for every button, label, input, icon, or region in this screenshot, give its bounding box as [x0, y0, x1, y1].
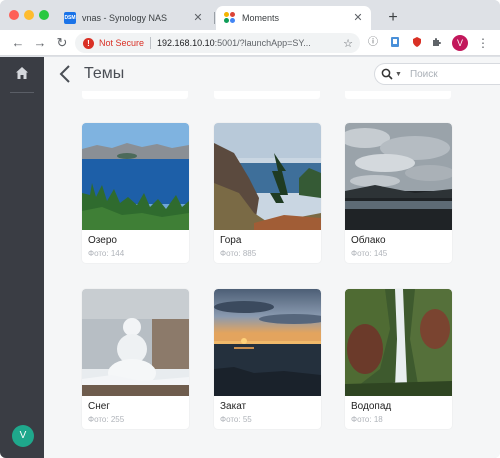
waterfall-thumbnail — [345, 289, 452, 396]
forward-arrow-icon[interactable]: → — [30, 33, 50, 53]
search-input[interactable] — [409, 68, 480, 80]
reload-icon[interactable]: ↻ — [52, 33, 72, 53]
topic-name: Гора — [220, 235, 242, 246]
tab-title: vnas - Synology NAS — [82, 13, 168, 23]
home-icon[interactable] — [14, 65, 30, 81]
topics-grid: Озеро Фото: 144 Гора Фото: 885 Облако Фо… — [44, 91, 500, 458]
topic-count: Фото: 145 — [351, 249, 388, 258]
topic-count: Фото: 144 — [88, 249, 125, 258]
window-minimize-button[interactable] — [24, 10, 34, 20]
topic-name: Озеро — [88, 235, 117, 246]
search-icon[interactable] — [381, 68, 393, 80]
more-menu-icon[interactable]: ⋮ — [476, 35, 490, 51]
dsm-favicon-icon: DSM — [64, 12, 76, 24]
tab-moments[interactable]: Moments ✕ — [216, 6, 371, 30]
close-icon[interactable]: ✕ — [191, 11, 205, 25]
sunset-thumbnail — [214, 289, 321, 396]
app-sidebar: V — [0, 57, 44, 458]
puzzle-icon[interactable] — [430, 36, 444, 50]
sidebar-divider — [10, 92, 34, 93]
topic-count: Фото: 55 — [220, 415, 252, 424]
url-host: 192.168.10.10 — [157, 38, 215, 48]
topic-count: Фото: 18 — [351, 415, 383, 424]
chevron-down-icon[interactable]: ▼ — [395, 71, 402, 78]
info-extension-icon[interactable]: ⓘ — [366, 36, 380, 50]
new-tab-button[interactable]: + — [384, 9, 402, 27]
warning-icon: ! — [83, 37, 94, 49]
close-icon[interactable]: ✕ — [351, 11, 365, 25]
user-avatar[interactable]: V — [12, 425, 34, 447]
topic-card-waterfall[interactable]: Водопад Фото: 18 — [345, 289, 452, 429]
bookmark-star-icon[interactable]: ☆ — [340, 37, 356, 50]
page-title: Темы — [84, 65, 125, 82]
tab-divider — [214, 12, 215, 24]
extension-icon[interactable] — [388, 36, 402, 50]
window-maximize-button[interactable] — [39, 10, 49, 20]
shield-extension-icon[interactable] — [410, 36, 424, 50]
cloud-thumbnail — [345, 123, 452, 230]
topic-card-cloud[interactable]: Облако Фото: 145 — [345, 123, 452, 263]
back-chevron-icon[interactable] — [58, 64, 72, 84]
topic-name: Закат — [220, 401, 247, 412]
browser-window: DSM vnas - Synology NAS ✕ Moments ✕ + ← … — [0, 0, 500, 458]
previous-row-card — [345, 91, 451, 99]
topic-count: Фото: 255 — [88, 415, 125, 424]
tab-strip: DSM vnas - Synology NAS ✕ Moments ✕ + — [0, 0, 500, 30]
url-text[interactable]: 192.168.10.10:5001/?launchApp=SY... — [157, 38, 340, 48]
app-header: Темы ▼ — [44, 57, 500, 91]
topic-card-lake[interactable]: Озеро Фото: 144 — [82, 123, 189, 263]
tab-title: Moments — [242, 13, 280, 23]
moments-favicon-icon — [224, 12, 236, 24]
topic-card-mountain[interactable]: Гора Фото: 885 — [214, 123, 321, 263]
url-path: :5001/?launchApp=SY... — [214, 38, 311, 48]
mountain-thumbnail — [214, 123, 321, 230]
lake-thumbnail — [82, 123, 189, 230]
topic-name: Водопад — [351, 401, 392, 412]
address-bar[interactable]: ! Not Secure 192.168.10.10:5001/?launchA… — [75, 33, 360, 53]
previous-row-card — [214, 91, 320, 99]
omnibox-divider — [150, 37, 152, 49]
topic-card-sunset[interactable]: Закат Фото: 55 — [214, 289, 321, 429]
security-label[interactable]: Not Secure — [99, 38, 144, 48]
topic-name: Облако — [351, 235, 386, 246]
moments-app: V Темы ▼ Поиск Озеро Фото: 144 Гора Фото… — [0, 57, 500, 458]
browser-toolbar: ← → ↻ ! Not Secure 192.168.10.10:5001/?l… — [0, 30, 500, 56]
profile-avatar[interactable]: V — [452, 35, 468, 51]
window-close-button[interactable] — [9, 10, 19, 20]
previous-row-card — [82, 91, 188, 99]
search-box[interactable]: ▼ — [374, 63, 500, 85]
topic-count: Фото: 885 — [220, 249, 257, 258]
topic-name: Снег — [88, 401, 110, 412]
tab-synology[interactable]: DSM vnas - Synology NAS ✕ — [56, 6, 211, 30]
snow-thumbnail — [82, 289, 189, 396]
back-arrow-icon[interactable]: ← — [8, 33, 28, 53]
topic-card-snow[interactable]: Снег Фото: 255 — [82, 289, 189, 429]
